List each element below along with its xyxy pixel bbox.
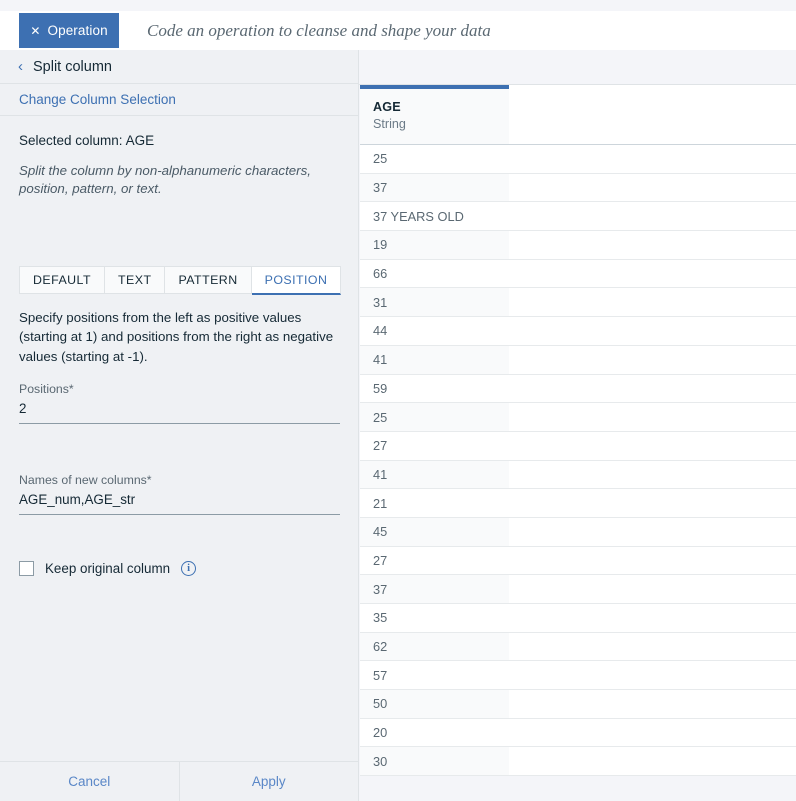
keep-original-column-row: Keep original column i	[19, 561, 197, 576]
table-toolbar	[359, 50, 796, 85]
table-empty-row	[509, 202, 796, 232]
table-cell[interactable]: 37	[360, 173, 509, 203]
table-empty-row	[509, 517, 796, 547]
table-cell[interactable]: 41	[360, 460, 509, 490]
new-column-names-field: Names of new columns* AGE_num,AGE_str	[19, 473, 340, 515]
column-name: AGE	[373, 100, 401, 114]
keep-original-column-label: Keep original column	[45, 561, 171, 576]
table-cell[interactable]: 27	[360, 546, 509, 576]
operation-prompt-placeholder: Code an operation to cleanse and shape y…	[147, 20, 491, 40]
top-strip	[0, 0, 796, 11]
change-column-selection-link[interactable]: Change Column Selection	[19, 92, 176, 107]
table-empty-row	[509, 259, 796, 289]
table-empty-row	[509, 403, 796, 432]
column-cells: 25 37 37 YEARS OLD 19 66 31 44 41 59 25 27 41 21 45 27…	[360, 145, 509, 777]
table-empty-row	[509, 632, 796, 662]
table-empty-row	[509, 345, 796, 375]
table-cell[interactable]: 25	[360, 145, 509, 174]
table-cell[interactable]: 59	[360, 374, 509, 404]
table-empty-row	[509, 604, 796, 633]
table-empty-row	[509, 747, 796, 777]
table-cell[interactable]: 35	[360, 604, 509, 633]
split-column-panel: ‹ Split column Change Column Selection S…	[0, 50, 359, 801]
table-cell[interactable]: 57	[360, 661, 509, 691]
table-cell[interactable]: 19	[360, 231, 509, 260]
table-cell[interactable]: 66	[360, 259, 509, 289]
table-cell[interactable]: 21	[360, 489, 509, 518]
table-cell[interactable]: 31	[360, 288, 509, 318]
positions-input[interactable]: 2	[19, 401, 340, 424]
table-cell[interactable]: 37 YEARS OLD	[360, 202, 509, 232]
table-cell[interactable]: 20	[360, 718, 509, 748]
keep-original-column-checkbox[interactable]	[19, 561, 34, 576]
table-cell[interactable]: 41	[360, 345, 509, 375]
table-empty-row	[509, 317, 796, 346]
table-empty-row	[509, 546, 796, 576]
table-cell[interactable]: 30	[360, 747, 509, 777]
table-cell[interactable]: 45	[360, 517, 509, 547]
table-empty-row	[509, 690, 796, 719]
table-empty-row	[509, 661, 796, 691]
apply-button[interactable]: Apply	[178, 762, 358, 801]
table-cell[interactable]: 62	[360, 632, 509, 662]
operation-tab[interactable]: ✕ Operation	[19, 13, 119, 48]
info-icon[interactable]: i	[181, 561, 197, 576]
panel-footer: Cancel Apply	[0, 761, 358, 801]
app-root: ✕ Operation Code an operation to cleanse…	[0, 0, 796, 801]
tab-text[interactable]: TEXT	[105, 266, 166, 294]
selected-column-label: Selected column: AGE	[19, 133, 155, 148]
tab-default[interactable]: DEFAULT	[19, 266, 105, 294]
table-cell[interactable]: 25	[360, 403, 509, 432]
panel-header-back[interactable]: ‹ Split column	[0, 50, 358, 84]
table-empty-row	[509, 231, 796, 260]
panel-subheader: Change Column Selection	[0, 84, 358, 116]
operation-tab-label: Operation	[47, 23, 108, 38]
table-empty-row	[509, 718, 796, 748]
split-mode-tabs: DEFAULT TEXT PATTERN POSITION	[19, 266, 342, 295]
position-hint-text: Specify positions from the left as posit…	[19, 310, 334, 364]
operation-prompt-input[interactable]: Code an operation to cleanse and shape y…	[137, 11, 796, 50]
table-empty-row	[509, 489, 796, 518]
table-empty-row	[509, 374, 796, 404]
column-header[interactable]: AGE String	[360, 89, 509, 145]
table-empty-header	[509, 85, 796, 145]
table-empty-row	[509, 145, 796, 174]
table-cell[interactable]: 44	[360, 317, 509, 346]
tab-pattern[interactable]: PATTERN	[165, 266, 252, 294]
table-cell[interactable]: 27	[360, 431, 509, 461]
table-cell[interactable]: 37	[360, 575, 509, 604]
panel-description: Split the column by non-alphanumeric cha…	[19, 163, 311, 197]
table-empty-row	[509, 431, 796, 461]
page-title: Split column	[33, 58, 112, 75]
positions-field-label: Positions*	[19, 382, 74, 396]
cancel-button[interactable]: Cancel	[0, 762, 179, 801]
panel-body: Selected column: AGE Split the column by…	[0, 116, 358, 760]
table-column-age: AGE String 25 37 37 YEARS OLD 19 66 31 44 41 59 2…	[360, 85, 509, 777]
column-type: String	[373, 117, 406, 131]
table-empty-row	[509, 575, 796, 604]
table-empty-row	[509, 173, 796, 203]
positions-field: Positions* 2	[19, 382, 340, 424]
data-table: AGE String 25 37 37 YEARS OLD 19 66 31 44 41 59 2…	[359, 50, 796, 801]
table-empty-area	[509, 85, 796, 777]
table-cell[interactable]: 50	[360, 690, 509, 719]
close-icon[interactable]: ✕	[30, 25, 40, 37]
new-column-names-label: Names of new columns*	[19, 473, 152, 487]
new-column-names-input[interactable]: AGE_num,AGE_str	[19, 492, 340, 515]
tab-position[interactable]: POSITION	[251, 266, 342, 295]
chevron-left-icon[interactable]: ‹	[18, 59, 23, 74]
table-empty-row	[509, 460, 796, 490]
table-empty-row	[509, 288, 796, 318]
